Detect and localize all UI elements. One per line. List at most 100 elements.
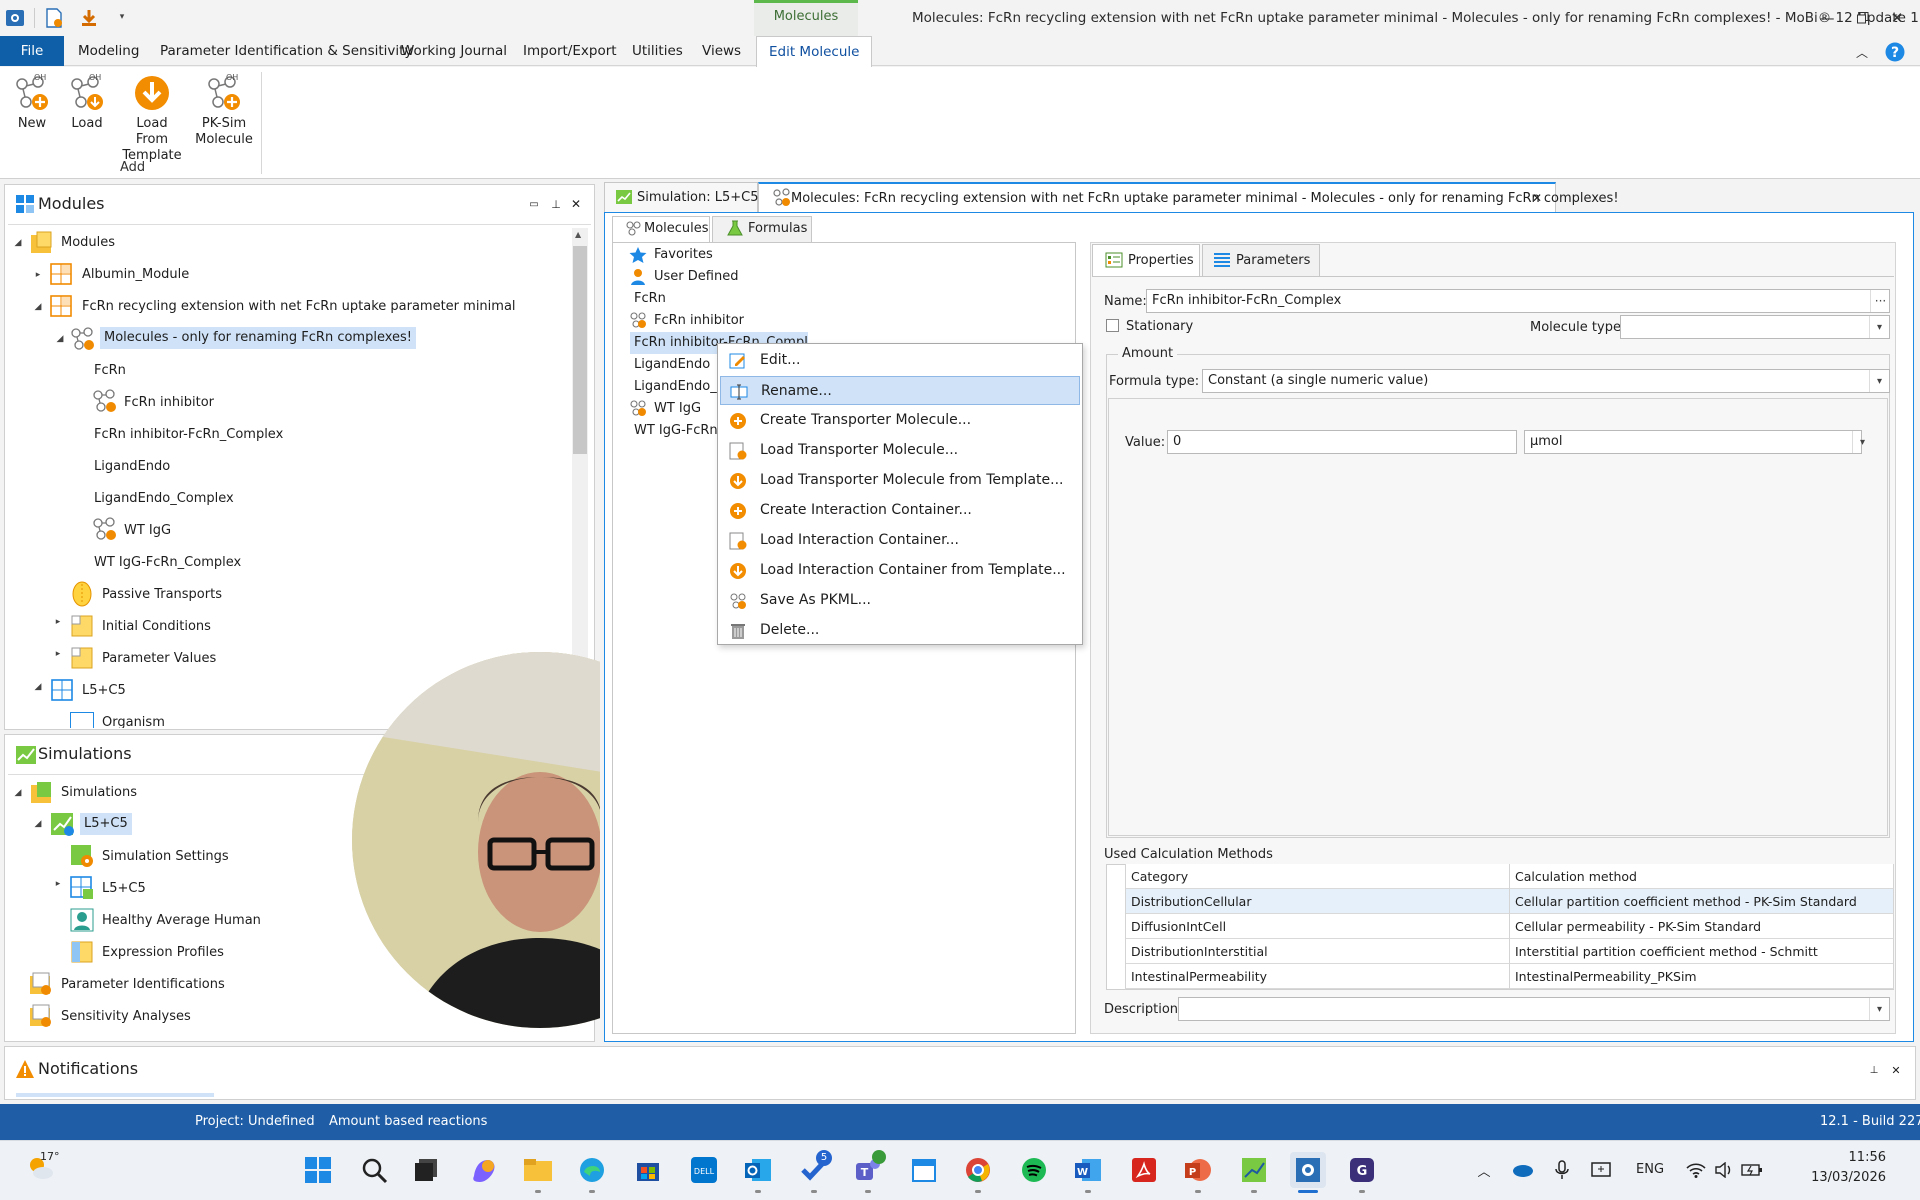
context-item-load-interaction[interactable]: Load Interaction Container... bbox=[720, 526, 1080, 555]
menu-import-export[interactable]: Import/Export bbox=[511, 36, 629, 66]
tree-item-ligandendo[interactable]: LigandEndo bbox=[94, 456, 170, 478]
collapse-arrow-icon[interactable]: ▸ bbox=[52, 879, 64, 889]
app-icon[interactable] bbox=[4, 8, 26, 28]
language-indicator[interactable]: ENG bbox=[1636, 1162, 1664, 1177]
word-icon[interactable]: W bbox=[1070, 1152, 1106, 1188]
tray-overflow-icon[interactable]: ︿ bbox=[1474, 1160, 1494, 1180]
name-field[interactable]: FcRn inhibitor-FcRn_Complex bbox=[1146, 289, 1890, 313]
tree-item-molecules-selected[interactable]: Molecules - only for renaming FcRn compl… bbox=[100, 327, 417, 349]
ribbon-load-button[interactable]: OH Load bbox=[65, 70, 109, 132]
list-item-wt-igg[interactable]: WT IgG bbox=[654, 398, 701, 420]
context-item-rename[interactable]: Rename... bbox=[720, 376, 1080, 405]
collapse-arrow-icon[interactable]: ▸ bbox=[52, 649, 64, 659]
collapse-arrow-icon[interactable]: ▸ bbox=[32, 270, 44, 280]
col-header-category[interactable]: Category bbox=[1126, 864, 1510, 889]
context-item-create-interaction[interactable]: Create Interaction Container... bbox=[720, 496, 1080, 525]
table-row-method[interactable]: Interstitial partition coefficient metho… bbox=[1510, 939, 1894, 964]
calendar-icon[interactable] bbox=[906, 1152, 942, 1188]
start-icon[interactable] bbox=[300, 1152, 336, 1188]
expand-arrow-icon[interactable]: ◢ bbox=[12, 788, 24, 798]
tree-item-sensitivity-analyses[interactable]: Sensitivity Analyses bbox=[61, 1006, 191, 1028]
tab-molecules-active[interactable]: Molecules: FcRn recycling extension with… bbox=[758, 182, 1619, 212]
taskbar-search-icon[interactable] bbox=[356, 1152, 392, 1188]
list-item-wt-igg-complex[interactable]: WT IgG-FcRn_ bbox=[634, 420, 724, 442]
tree-item-simulation-settings[interactable]: Simulation Settings bbox=[102, 846, 229, 868]
value-input[interactable]: 0 bbox=[1167, 430, 1517, 454]
expand-arrow-icon[interactable]: ◢ bbox=[32, 302, 44, 312]
molecule-type-dropdown-icon[interactable]: ▾ bbox=[1869, 316, 1889, 338]
tree-item-parameter-values[interactable]: Parameter Values bbox=[102, 648, 216, 670]
qa-customize-icon[interactable]: ▾ bbox=[114, 8, 130, 26]
stationary-checkbox[interactable] bbox=[1106, 319, 1119, 332]
formula-type-select[interactable]: Constant (a single numeric value) bbox=[1202, 369, 1890, 393]
context-item-edit[interactable]: Edit... bbox=[720, 346, 1080, 375]
microphone-icon[interactable] bbox=[1552, 1158, 1572, 1182]
tree-item-wt-igg[interactable]: WT IgG bbox=[124, 520, 171, 542]
description-field[interactable] bbox=[1178, 997, 1890, 1021]
tree-item-fcrn-inhibitor-complex[interactable]: FcRn inhibitor-FcRn_Complex bbox=[94, 424, 283, 446]
tree-item-l5c5-config[interactable]: L5+C5 bbox=[102, 878, 146, 900]
tree-item-passive-transports[interactable]: Passive Transports bbox=[102, 584, 222, 606]
tree-item-l5c5-module[interactable]: L5+C5 bbox=[82, 680, 126, 702]
expand-arrow-icon[interactable]: ◢ bbox=[12, 238, 24, 248]
acrobat-icon[interactable] bbox=[1126, 1152, 1162, 1188]
outlook-icon[interactable] bbox=[740, 1152, 776, 1188]
context-item-delete[interactable]: Delete... bbox=[720, 616, 1080, 645]
tree-item-simulation-l5c5[interactable]: L5+C5 bbox=[80, 813, 132, 835]
table-row-method[interactable]: IntestinalPermeability_PKSim bbox=[1510, 964, 1894, 989]
panel-pin-icon[interactable]: ⊥ bbox=[548, 196, 564, 212]
menu-edit-molecule[interactable]: Edit Molecule bbox=[756, 36, 873, 67]
pksim-taskbar-icon[interactable] bbox=[1236, 1152, 1272, 1188]
unit-dropdown-icon[interactable]: ▾ bbox=[1852, 431, 1872, 453]
name-ellipsis-button[interactable]: ··· bbox=[1870, 290, 1890, 312]
mobi-taskbar-icon[interactable] bbox=[1290, 1152, 1326, 1188]
tree-item-fcrn[interactable]: FcRn bbox=[94, 360, 126, 382]
tree-item-wt-igg-complex[interactable]: WT IgG-FcRn_Complex bbox=[94, 552, 241, 574]
volume-icon[interactable] bbox=[1712, 1158, 1736, 1182]
table-row-method[interactable]: Cellular permeability - PK-Sim Standard bbox=[1510, 914, 1894, 939]
collapse-ribbon-icon[interactable]: ︿ bbox=[1852, 42, 1872, 62]
battery-icon[interactable] bbox=[1740, 1158, 1764, 1182]
list-item-ligandendo[interactable]: LigandEndo bbox=[634, 354, 710, 376]
help-icon[interactable]: ? bbox=[1884, 41, 1906, 63]
context-item-load-transporter-template[interactable]: Load Transporter Molecule from Template.… bbox=[720, 466, 1080, 495]
close-icon[interactable]: ✕ bbox=[1874, 0, 1920, 36]
screen-share-icon[interactable] bbox=[1590, 1158, 1614, 1182]
new-project-icon[interactable] bbox=[43, 7, 65, 29]
onedrive-icon[interactable] bbox=[1510, 1160, 1534, 1180]
clock-date[interactable]: 13/03/2026 bbox=[1804, 1170, 1886, 1185]
tree-item-expression-profiles[interactable]: Expression Profiles bbox=[102, 942, 224, 964]
context-item-save-pkml[interactable]: Save As PKML... bbox=[720, 586, 1080, 615]
list-item-user-defined[interactable]: User Defined bbox=[654, 266, 738, 288]
modules-scroll-thumb[interactable] bbox=[573, 246, 587, 454]
tab-close-icon[interactable]: ✕ bbox=[1528, 189, 1546, 207]
table-row-category[interactable]: DistributionInterstitial bbox=[1126, 939, 1510, 964]
panel-close-icon[interactable]: ✕ bbox=[568, 196, 584, 212]
panel-maximize-icon[interactable]: ▭ bbox=[526, 196, 542, 212]
copilot-icon[interactable] bbox=[466, 1152, 502, 1188]
tree-item-organism[interactable]: Organism bbox=[102, 712, 165, 728]
table-row-method[interactable]: Cellular partition coefficient method - … bbox=[1510, 889, 1894, 914]
list-item-favorites[interactable]: Favorites bbox=[654, 244, 713, 266]
table-row-category[interactable]: DistributionCellular bbox=[1126, 889, 1510, 914]
powerpoint-icon[interactable]: P bbox=[1180, 1152, 1216, 1188]
molecule-type-select[interactable] bbox=[1620, 315, 1890, 339]
chrome-icon[interactable] bbox=[960, 1152, 996, 1188]
collapse-arrow-icon[interactable]: ▸ bbox=[52, 617, 64, 627]
col-header-method[interactable]: Calculation method bbox=[1510, 864, 1894, 889]
menu-views[interactable]: Views bbox=[690, 36, 753, 66]
gpt-app-icon[interactable]: G bbox=[1344, 1152, 1380, 1188]
unit-select[interactable]: µmol bbox=[1524, 430, 1862, 454]
tree-item-fcrn-inhibitor[interactable]: FcRn inhibitor bbox=[124, 392, 214, 414]
spotify-icon[interactable] bbox=[1016, 1152, 1052, 1188]
task-view-icon[interactable] bbox=[408, 1152, 444, 1188]
tree-item-ligandendo-complex[interactable]: LigandEndo_Complex bbox=[94, 488, 234, 510]
tree-item-initial-conditions[interactable]: Initial Conditions bbox=[102, 616, 211, 638]
menu-modeling[interactable]: Modeling bbox=[66, 36, 151, 66]
menu-parameter-identification[interactable]: Parameter Identification & Sensitivity bbox=[148, 36, 424, 66]
file-explorer-icon[interactable] bbox=[520, 1152, 556, 1188]
menu-working-journal[interactable]: Working Journal bbox=[389, 36, 519, 66]
scroll-up-icon[interactable]: ▲ bbox=[575, 230, 581, 239]
context-item-load-interaction-template[interactable]: Load Interaction Container from Template… bbox=[720, 556, 1080, 585]
save-icon[interactable] bbox=[78, 7, 100, 29]
